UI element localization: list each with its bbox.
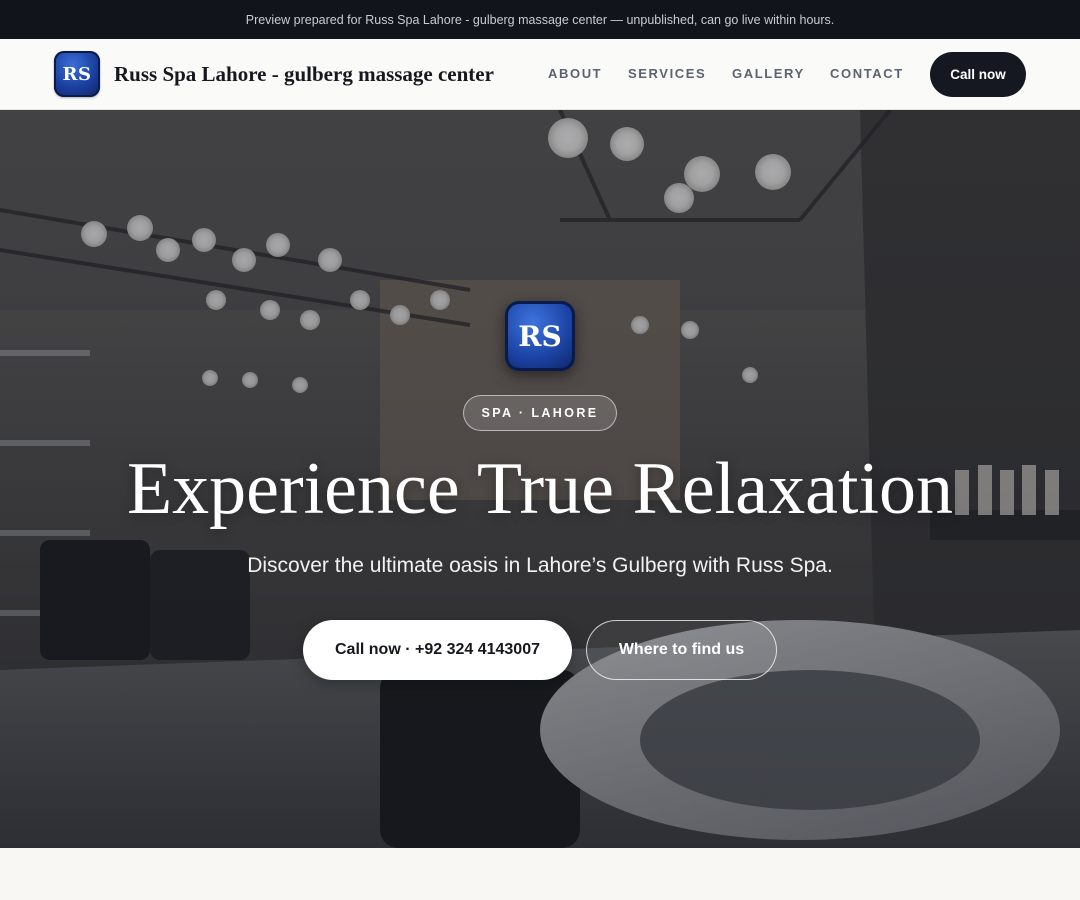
hero-chip-label: SPA · LAHORE bbox=[481, 406, 599, 420]
nav-about[interactable]: ABOUT bbox=[548, 66, 602, 81]
hero-location-button[interactable]: Where to find us bbox=[586, 620, 777, 680]
nav-contact[interactable]: CONTACT bbox=[830, 66, 904, 81]
nav-services[interactable]: SERVICES bbox=[628, 66, 706, 81]
hero-rs-monogram-icon: RS bbox=[505, 301, 575, 371]
brand-name: Russ Spa Lahore - gulberg massage center bbox=[114, 61, 494, 86]
hero-section: RS SPA · LAHORE Experience True Relaxati… bbox=[0, 110, 1080, 848]
brand-logo-initials: RS bbox=[62, 63, 92, 85]
site-header: RS Russ Spa Lahore - gulberg massage cen… bbox=[0, 39, 1080, 110]
nav-gallery[interactable]: GALLERY bbox=[732, 66, 805, 81]
rs-monogram-icon: RS bbox=[54, 51, 100, 97]
hero-subtitle: Discover the ultimate oasis in Lahore’s … bbox=[247, 554, 833, 577]
hero-category-chip: SPA · LAHORE bbox=[463, 395, 617, 431]
hero-logo-initials: RS bbox=[518, 319, 562, 353]
brand-link[interactable]: RS Russ Spa Lahore - gulberg massage cen… bbox=[54, 51, 494, 97]
preview-banner-text: Preview prepared for Russ Spa Lahore - g… bbox=[245, 12, 835, 27]
preview-banner: Preview prepared for Russ Spa Lahore - g… bbox=[0, 0, 1080, 39]
header-call-button[interactable]: Call now bbox=[930, 52, 1026, 97]
hero-title: Experience True Relaxation bbox=[126, 448, 954, 530]
hero-call-button[interactable]: Call now · +92 324 4143007 bbox=[303, 620, 572, 680]
